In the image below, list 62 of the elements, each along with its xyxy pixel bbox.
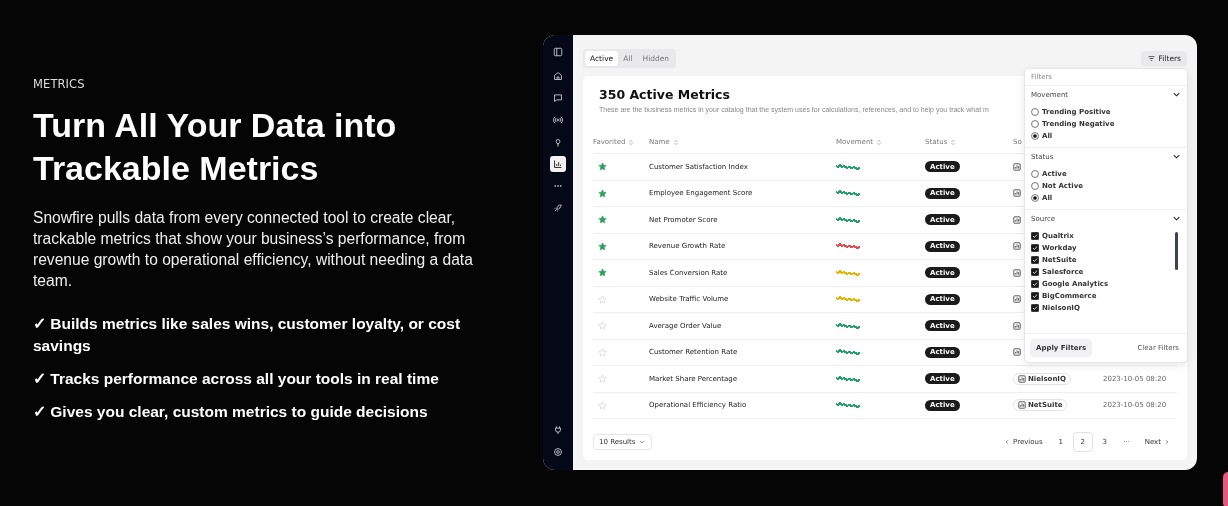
section-eyebrow: METRICS [33,77,86,91]
chat-icon [553,93,563,103]
radio-button[interactable] [1031,169,1039,178]
settings-icon [553,447,563,457]
chevron-down-icon [638,438,647,446]
chevron-down-icon[interactable] [1172,90,1181,99]
source-icon [1018,374,1026,383]
radio-button[interactable] [1031,193,1039,202]
sidebar-item[interactable] [550,156,566,172]
lightbulb-icon [553,137,563,147]
chart-icon [553,159,563,169]
checkbox[interactable] [1031,303,1039,312]
checkbox[interactable] [1031,267,1039,276]
broadcast-icon [553,115,563,125]
star-outline-icon[interactable] [598,347,607,357]
star-icon[interactable] [598,162,607,172]
filter-icon [1146,54,1156,63]
checkbox[interactable] [1031,243,1039,252]
source-icon [1013,215,1021,224]
source-icon [1013,162,1021,171]
source-icon [1013,268,1021,277]
source-icon [1013,295,1021,304]
source-icon [1013,242,1021,251]
star-icon[interactable] [598,215,607,225]
hero-title: Turn All Your Data into Trackable Metrics [33,105,398,189]
source-icon [1013,348,1021,357]
star-icon[interactable] [598,268,607,278]
feature-bullet: ✓ Gives you clear, custom metrics to guide decisions [33,402,429,422]
rocket-icon [553,203,563,213]
source-icon [1018,401,1026,410]
home-icon [553,71,563,81]
feature-bullet: ✓ Builds metrics like sales wins, customer loyalty, or cost savings [33,314,462,356]
sidebar-toggle-icon [553,47,563,57]
source-icon [1013,189,1021,198]
star-outline-icon[interactable] [598,400,607,410]
scrollbar-thumb[interactable] [1175,232,1178,270]
checkbox[interactable] [1031,255,1039,264]
checkbox[interactable] [1031,279,1039,288]
checkbox[interactable] [1031,231,1039,240]
chevron-down-icon[interactable] [1172,214,1181,223]
chevron-right-icon [1163,438,1171,446]
star-icon[interactable] [598,241,607,251]
sort-icon [628,138,635,146]
card-title: 350 Active Metrics [599,87,730,102]
star-outline-icon[interactable] [598,321,607,331]
sort-icon [876,138,883,146]
radio-button[interactable] [1031,119,1039,128]
plug-icon [553,425,563,435]
radio-button[interactable] [1031,107,1039,116]
chat-launcher-icon[interactable] [1223,472,1228,506]
sort-icon [950,138,957,146]
sort-icon [672,138,679,146]
radio-button[interactable] [1031,131,1039,140]
checkbox[interactable] [1031,291,1039,300]
hero-description: Snowfire pulls data from every connected tool to create clear, trackable metrics that show your business’s performance, from revenue growth to operational efficiency, without needing a data team. [33,208,473,291]
star-outline-icon[interactable] [598,374,607,384]
source-icon [1013,321,1021,330]
chevron-down-icon[interactable] [1172,152,1181,161]
star-icon[interactable] [598,188,607,198]
radio-button[interactable] [1031,181,1039,190]
feature-bullet: ✓ Tracks performance across all your tools in real time [33,369,440,389]
star-outline-icon[interactable] [598,294,607,304]
